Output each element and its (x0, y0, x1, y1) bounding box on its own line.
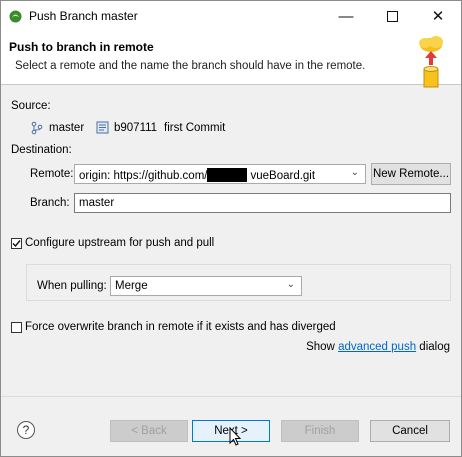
upstream-group: When pulling: Merge ⌄ (26, 264, 451, 301)
checkmark-icon (12, 240, 21, 248)
advanced-prefix: Show (306, 341, 335, 353)
branch-input-value: master (79, 197, 115, 209)
remote-value: origin: https://github.com/vueBoard.git (79, 168, 315, 182)
help-icon: ? (22, 423, 30, 437)
push-to-remote-icon (419, 36, 443, 88)
cancel-button[interactable]: Cancel (370, 420, 450, 442)
close-icon: ✕ (431, 8, 445, 25)
when-pulling-value: Merge (115, 280, 148, 292)
advanced-suffix: dialog (419, 341, 450, 353)
close-button[interactable]: ✕ (415, 1, 461, 31)
branch-label: Branch: (30, 197, 70, 209)
advanced-push-link[interactable]: advanced push (338, 341, 416, 353)
remote-url-prefix: origin: https://github.com/ (79, 170, 208, 182)
remote-select[interactable]: origin: https://github.com/vueBoard.git … (74, 164, 366, 184)
remote-url-suffix: vueBoard.git (250, 170, 316, 182)
source-label: Source: (11, 100, 51, 112)
when-pulling-select[interactable]: Merge ⌄ (110, 276, 302, 296)
commit-icon (96, 121, 109, 134)
mouse-cursor-icon (229, 427, 242, 446)
advanced-push-row: Show advanced push dialog (306, 341, 450, 353)
branch-icon (31, 121, 43, 135)
redacted-username (207, 168, 248, 182)
footer-divider (1, 396, 461, 397)
maximize-icon (386, 10, 398, 22)
window-title: Push Branch master (29, 9, 138, 23)
destination-label: Destination: (11, 144, 72, 156)
help-button[interactable]: ? (17, 421, 35, 439)
checkbox-box[interactable] (11, 322, 22, 333)
source-commit-message: first Commit (164, 122, 226, 134)
header-description: Select a remote and the name the branch … (15, 60, 366, 72)
minimize-icon: — (338, 7, 354, 25)
new-remote-button[interactable]: New Remote... (371, 163, 451, 185)
force-overwrite-label: Force overwrite branch in remote if it e… (25, 321, 336, 333)
chevron-down-icon: ⌄ (350, 167, 359, 178)
checkbox-box[interactable] (11, 238, 22, 249)
when-pulling-label: When pulling: (37, 280, 107, 292)
header-title: Push to branch in remote (9, 40, 154, 54)
maximize-button[interactable] (369, 1, 415, 31)
source-branch: master (49, 122, 85, 134)
wizard-header: Push to branch in remote Select a remote… (1, 31, 461, 88)
branch-input[interactable]: master (74, 193, 451, 213)
push-branch-window: Push Branch master — ✕ Push to branch in… (0, 0, 462, 457)
eclipse-app-icon (9, 10, 22, 23)
source-commit-id: b907111 (114, 122, 158, 134)
finish-button[interactable]: Finish (281, 420, 359, 442)
remote-label: Remote: (30, 168, 74, 180)
configure-upstream-label: Configure upstream for push and pull (25, 237, 215, 249)
minimize-button[interactable]: — (323, 1, 369, 31)
back-button[interactable]: < Back (110, 420, 188, 442)
chevron-down-icon: ⌄ (286, 279, 295, 290)
title-bar: Push Branch master — ✕ (1, 1, 461, 31)
